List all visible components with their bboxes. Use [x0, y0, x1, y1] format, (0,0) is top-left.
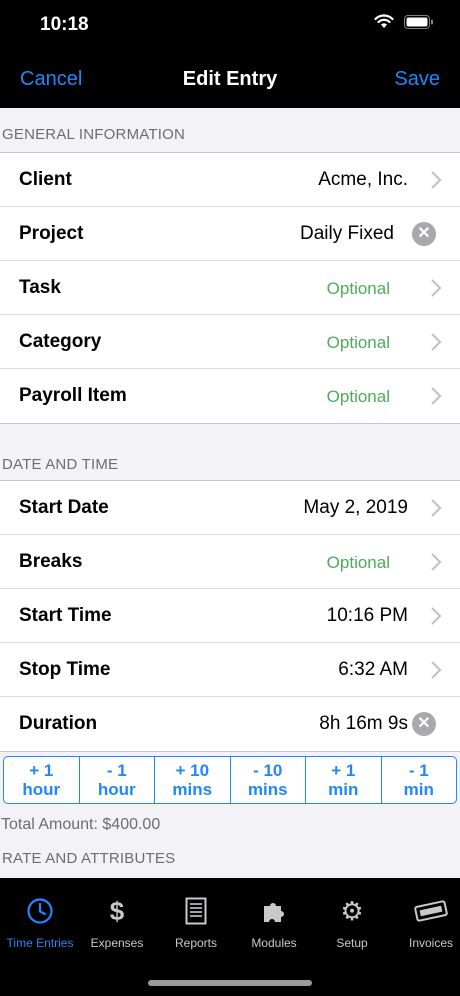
chevron-right-icon — [431, 499, 442, 517]
tab-label: Setup — [336, 936, 368, 950]
start-time-label: Start Time — [19, 605, 112, 626]
paid-stamp-icon — [414, 900, 448, 922]
tab-time-entries[interactable]: Time Entries — [1, 896, 79, 950]
clock-icon — [27, 898, 53, 924]
button-line: + 10 — [175, 761, 210, 780]
edit-entry-form: GENERAL INFORMATION Client Acme, Inc. Pr… — [0, 108, 460, 878]
wifi-icon — [374, 14, 394, 28]
add-10-mins-button[interactable]: + 10 mins — [155, 757, 231, 803]
tab-modules[interactable]: Modules — [235, 896, 313, 950]
section-header-general: GENERAL INFORMATION — [2, 126, 185, 143]
button-line: min — [403, 780, 434, 799]
duration-label: Duration — [19, 713, 98, 734]
breaks-row[interactable]: Breaks Optional — [0, 535, 460, 589]
chevron-right-icon — [431, 661, 442, 679]
button-line: hour — [22, 780, 61, 799]
start-date-value: May 2, 2019 — [303, 497, 408, 518]
puzzle-icon — [264, 903, 284, 922]
chevron-right-icon — [431, 607, 442, 625]
start-date-row[interactable]: Start Date May 2, 2019 — [0, 481, 460, 535]
client-value: Acme, Inc. — [318, 169, 408, 190]
section-header-date-time: DATE AND TIME — [2, 456, 119, 473]
date-time-group: Start Date May 2, 2019 Breaks Optional S… — [0, 480, 460, 752]
subtract-1-min-button[interactable]: - 1 min — [382, 757, 457, 803]
category-value: Optional — [326, 333, 390, 352]
chevron-right-icon — [431, 553, 442, 571]
status-icons — [374, 14, 434, 29]
task-value: Optional — [326, 279, 390, 298]
dollar-icon: $ — [109, 895, 125, 926]
tab-label: Invoices — [408, 936, 454, 950]
tab-invoices[interactable]: Invoices — [392, 896, 460, 950]
project-label: Project — [19, 223, 84, 244]
category-label: Category — [19, 331, 102, 352]
chevron-right-icon — [431, 387, 442, 405]
breaks-value: Optional — [326, 553, 390, 572]
add-1-min-button[interactable]: + 1 min — [306, 757, 382, 803]
start-time-value: 10:16 PM — [326, 605, 408, 626]
tab-expenses[interactable]: $ Expenses — [78, 895, 156, 951]
duration-value: 8h 16m 9s — [319, 713, 408, 734]
document-icon — [185, 897, 207, 925]
task-label: Task — [19, 277, 61, 298]
start-date-label: Start Date — [19, 497, 109, 518]
tab-bar: Time Entries $ Expenses Reports Modules — [0, 878, 460, 996]
subtract-10-mins-button[interactable]: - 10 mins — [231, 757, 306, 803]
tab-label: Reports — [174, 936, 218, 950]
battery-icon — [404, 14, 433, 29]
navigation-bar: Cancel Edit Entry Save — [0, 52, 460, 108]
button-line: - 10 — [253, 761, 283, 780]
stop-time-label: Stop Time — [19, 659, 111, 680]
payroll-item-value: Optional — [326, 387, 390, 406]
add-1-hour-button[interactable]: + 1 hour — [4, 757, 80, 803]
button-line: + 1 — [29, 761, 54, 780]
breaks-label: Breaks — [19, 551, 83, 572]
section-header-rate-attributes: RATE AND ATTRIBUTES — [2, 850, 176, 867]
project-value: Daily Fixed — [300, 223, 394, 244]
general-information-group: Client Acme, Inc. Project Daily Fixed ✕ … — [0, 152, 460, 424]
client-row[interactable]: Client Acme, Inc. — [0, 153, 460, 207]
client-label: Client — [19, 169, 72, 190]
stop-time-value: 6:32 AM — [338, 659, 408, 680]
status-time: 10:18 — [40, 14, 89, 35]
chevron-right-icon — [431, 333, 442, 351]
tab-label: Modules — [251, 936, 297, 950]
home-indicator — [148, 980, 312, 986]
start-time-row[interactable]: Start Time 10:16 PM — [0, 589, 460, 643]
gear-icon: ⚙ — [340, 896, 364, 926]
tab-setup[interactable]: ⚙ Setup — [313, 896, 391, 950]
button-line: min — [328, 780, 359, 799]
payroll-item-label: Payroll Item — [19, 385, 127, 406]
tab-label: Time Entries — [6, 936, 74, 950]
button-line: + 1 — [331, 761, 356, 780]
task-row[interactable]: Task Optional — [0, 261, 460, 315]
payroll-item-row[interactable]: Payroll Item Optional — [0, 369, 460, 423]
category-row[interactable]: Category Optional — [0, 315, 460, 369]
clear-project-icon[interactable]: ✕ — [412, 222, 436, 246]
button-line: - 1 — [408, 761, 429, 780]
save-button[interactable]: Save — [394, 68, 440, 91]
clear-duration-icon[interactable]: ✕ — [412, 712, 436, 736]
page-title: Edit Entry — [182, 68, 278, 90]
tab-reports[interactable]: Reports — [157, 896, 235, 950]
project-row[interactable]: Project Daily Fixed ✕ — [0, 207, 460, 261]
status-bar: 10:18 — [0, 0, 460, 52]
button-line: - 1 — [106, 761, 127, 780]
chevron-right-icon — [431, 171, 442, 189]
button-line: mins — [247, 780, 288, 799]
tab-label: Expenses — [90, 936, 144, 950]
chevron-right-icon — [431, 279, 442, 297]
button-line: hour — [97, 780, 136, 799]
total-amount: Total Amount: $400.00 — [1, 816, 161, 833]
stop-time-row[interactable]: Stop Time 6:32 AM — [0, 643, 460, 697]
button-line: mins — [172, 780, 213, 799]
subtract-1-hour-button[interactable]: - 1 hour — [80, 757, 155, 803]
duration-adjust-buttons: + 1 hour - 1 hour + 10 mins - 10 mins + 1 min… — [3, 756, 457, 804]
duration-row[interactable]: Duration 8h 16m 9s ✕ — [0, 697, 460, 751]
